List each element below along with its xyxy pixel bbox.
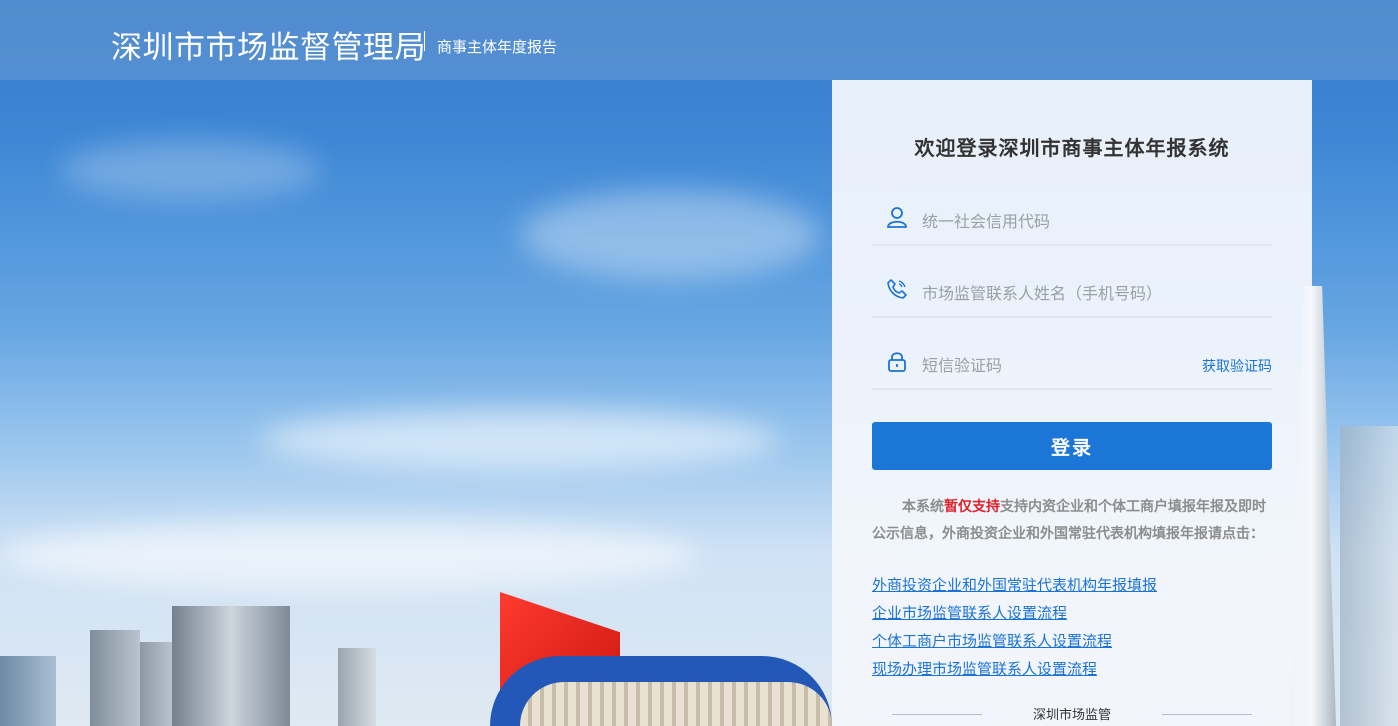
user-icon	[887, 207, 907, 228]
phone-icon	[887, 279, 907, 299]
notice-highlight: 暂仅支持	[944, 499, 1000, 515]
help-links: 外商投资企业和外国常驻代表机构年报填报 企业市场监管联系人设置流程 个体工商户市…	[872, 571, 1157, 683]
sms-code-field[interactable]: 短信验证码 获取验证码	[872, 336, 1272, 390]
panel-footer: 深圳市场监管	[892, 704, 1252, 724]
welcome-heading: 欢迎登录深圳市商事主体年报系统	[914, 136, 1230, 160]
contact-field[interactable]: 市场监管联系人姓名（手机号码）	[872, 264, 1272, 318]
notice-text: 本系统暂仅支持支持内资企业和个体工商户填报年报及即时公示信息，外商投资企业和外国…	[872, 494, 1266, 548]
system-subtitle: 商事主体年度报告	[437, 38, 558, 56]
header-divider	[424, 31, 425, 51]
sms-code-input[interactable]: 短信验证码	[922, 352, 1002, 376]
login-panel: 欢迎登录深圳市商事主体年报系统 统一社会信用代码 市场监管联系人姓名（手机号码）…	[832, 80, 1312, 726]
foreign-enterprise-report-link[interactable]: 外商投资企业和外国常驻代表机构年报填报	[872, 571, 1157, 599]
contact-input[interactable]: 市场监管联系人姓名（手机号码）	[922, 280, 1162, 304]
agency-title: 深圳市市场监督管理局	[111, 30, 426, 66]
lock-icon	[888, 352, 906, 372]
footer-line-right	[1162, 714, 1252, 715]
top-header: 深圳市市场监督管理局 商事主体年度报告	[0, 0, 1398, 80]
credit-code-input[interactable]: 统一社会信用代码	[922, 208, 1050, 232]
notice-prefix: 本系统	[902, 499, 944, 515]
individual-business-contact-setup-link[interactable]: 个体工商户市场监管联系人设置流程	[872, 627, 1157, 655]
credit-code-field[interactable]: 统一社会信用代码	[872, 192, 1272, 246]
get-code-link[interactable]: 获取验证码	[1202, 356, 1272, 376]
login-button[interactable]: 登录	[872, 422, 1272, 470]
onsite-contact-setup-link[interactable]: 现场办理市场监管联系人设置流程	[872, 655, 1157, 683]
enterprise-contact-setup-link[interactable]: 企业市场监管联系人设置流程	[872, 599, 1157, 627]
